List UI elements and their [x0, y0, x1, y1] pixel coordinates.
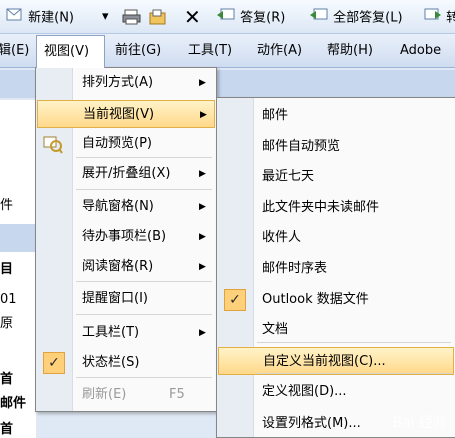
current-view-item-label: 邮件时序表	[262, 261, 328, 276]
current-view-item-label: Outlook 数据文件	[262, 292, 369, 307]
view-menu-item[interactable]: 阅读窗格(R) ▶	[37, 253, 215, 281]
current-view-item[interactable]: 自定义当前视图(C)...	[218, 347, 454, 375]
current-view-item-label: 最近七天	[262, 169, 315, 184]
current-view-item-label: 此文件夹中未读邮件	[262, 200, 380, 215]
checkmark-icon: ✓	[224, 289, 246, 311]
current-view-item-label: 收件人	[262, 230, 302, 245]
view-menu-item-label: 展开/折叠组(X)	[82, 166, 171, 181]
submenu-arrow-icon: ▶	[199, 169, 206, 179]
view-menu-item[interactable]: 展开/折叠组(X) ▶	[37, 160, 215, 188]
menu-separator	[76, 281, 212, 282]
view-menu-item[interactable]: ✓ 状态栏(S)	[37, 349, 215, 377]
reply-button[interactable]: 答复(R)	[216, 6, 285, 28]
view-menu-item-label: 排列方式(A)	[82, 75, 154, 90]
current-view-item[interactable]: 最近七天	[218, 163, 454, 191]
mail-list-header: 目	[0, 262, 14, 277]
menu-go[interactable]: 前往(G)	[115, 34, 161, 67]
submenu-arrow-icon: ▶	[200, 110, 207, 120]
view-menu-item[interactable]: 刷新(E) F5	[37, 381, 215, 409]
reply-all-button[interactable]: 全部答复(L)	[309, 6, 403, 28]
reply-button-label: 答复(R)	[240, 10, 286, 26]
view-menu-item[interactable]: 工具栏(T) ▶	[37, 319, 215, 347]
move-to-folder-icon[interactable]	[148, 6, 168, 28]
current-view-item-label: 定义视图(D)...	[262, 384, 347, 399]
view-menu-item-label: 导航窗格(N)	[82, 199, 154, 214]
menu-separator	[76, 377, 212, 378]
current-view-item-label: 邮件自动预览	[262, 139, 341, 154]
mail-list-subject: 原	[0, 316, 14, 331]
new-mail-icon	[6, 6, 24, 30]
delete-icon[interactable]: ✕	[184, 6, 201, 28]
menu-actions[interactable]: 动作(A)	[257, 34, 302, 67]
new-button-label: 新建(N)	[28, 10, 75, 26]
view-menu-item-label: 待办事项栏(B)	[82, 229, 167, 244]
menu-separator	[76, 157, 212, 158]
view-menu-item-label: 提醒窗口(I)	[82, 291, 148, 306]
view-menu-item[interactable]: 自动预览(P)	[37, 130, 215, 158]
current-view-item[interactable]: 邮件自动预览	[218, 133, 454, 161]
submenu-arrow-icon: ▶	[199, 262, 206, 272]
submenu-arrow-icon: ▶	[199, 232, 206, 242]
current-view-item[interactable]: 邮件	[218, 102, 454, 130]
menu-edit[interactable]: 辑(E)	[0, 34, 29, 67]
nav-selected-strip	[0, 224, 36, 252]
print-icon[interactable]	[122, 6, 142, 28]
menu-view[interactable]: 视图(V)	[36, 35, 105, 68]
menu-help[interactable]: 帮助(H)	[327, 34, 373, 67]
view-menu-item[interactable]: 排列方式(A) ▶	[37, 69, 215, 97]
nav-item[interactable]: 件	[0, 194, 13, 213]
watermark: Bai 经验	[392, 415, 447, 431]
view-menu-item[interactable]: 待办事项栏(B) ▶	[37, 223, 215, 251]
view-menu-item-label: 状态栏(S)	[82, 355, 140, 370]
submenu-arrow-icon: ▶	[199, 202, 206, 212]
menu-separator	[76, 314, 212, 315]
view-menu-item-label: 刷新(E)	[82, 387, 127, 402]
menu-adobe[interactable]: Adobe	[400, 34, 441, 67]
current-view-item[interactable]: 此文件夹中未读邮件	[218, 194, 454, 222]
current-view-item[interactable]: ✓ Outlook 数据文件	[218, 286, 454, 314]
submenu-arrow-icon: ▶	[199, 78, 206, 88]
menu-separator	[257, 373, 451, 374]
view-menu-item-label: 阅读窗格(R)	[82, 259, 154, 274]
current-view-item[interactable]: 邮件时序表	[218, 255, 454, 283]
forward-button-label: 转	[446, 10, 455, 26]
view-menu-item-label: 当前视图(V)	[83, 107, 155, 122]
current-view-item-label: 设置列格式(M)...	[262, 416, 361, 431]
menu-tools[interactable]: 工具(T)	[188, 34, 232, 67]
navigation-pane: 件 目 01 原 首 邮件 首	[0, 100, 36, 438]
menu-separator	[76, 189, 212, 190]
view-menu-item-label: 工具栏(T)	[82, 325, 140, 340]
current-view-item-label: 自定义当前视图(C)...	[263, 354, 386, 369]
mail-list-item[interactable]: 首	[0, 368, 13, 387]
menu-separator	[257, 342, 451, 343]
current-view-item-label: 文档	[262, 322, 289, 337]
new-button[interactable]: 新建(N)	[6, 6, 74, 28]
current-view-submenu: 邮件邮件自动预览 最近七天此文件夹中未读邮件 收件人邮件时序表 ✓ Outlook 数据…	[216, 97, 455, 438]
menu-bar: 辑(E) 视图(V) 前往(G) 工具(T) 动作(A) 帮助(H) Adobe	[0, 34, 455, 68]
reply-icon	[216, 6, 236, 30]
view-menu: 排列方式(A) ▶ 当前视图(V) ▶ 自动预览(P) 展开/折叠组(X) ▶ 导航窗格(N)…	[35, 67, 217, 412]
current-view-item[interactable]: 文档	[218, 316, 454, 344]
view-menu-item[interactable]: 导航窗格(N) ▶	[37, 193, 215, 221]
forward-icon	[424, 6, 442, 30]
current-view-item[interactable]: 收件人	[218, 224, 454, 252]
mail-list-date: 01	[0, 292, 17, 307]
view-menu-item[interactable]: 当前视图(V) ▶	[37, 100, 215, 128]
standard-toolbar: 新建(N) ▾ ✕ 答复(R) 全部答复(L) 转	[0, 0, 455, 34]
mail-list-item[interactable]: 邮件	[0, 392, 26, 411]
current-view-item-label: 邮件	[262, 108, 289, 123]
reply-all-icon	[309, 6, 329, 30]
forward-button[interactable]: 转	[424, 6, 455, 28]
view-menu-item-label: 自动预览(P)	[82, 136, 152, 151]
new-dropdown-arrow[interactable]: ▾	[102, 6, 109, 28]
submenu-arrow-icon: ▶	[199, 328, 206, 338]
mail-list-item[interactable]: 首	[0, 418, 13, 437]
view-menu-item[interactable]: 提醒窗口(I)	[37, 285, 215, 313]
reply-all-button-label: 全部答复(L)	[333, 10, 403, 26]
current-view-item[interactable]: 定义视图(D)...	[218, 378, 454, 406]
view-menu-item-shortcut: F5	[169, 387, 185, 402]
checkmark-icon: ✓	[43, 352, 65, 374]
